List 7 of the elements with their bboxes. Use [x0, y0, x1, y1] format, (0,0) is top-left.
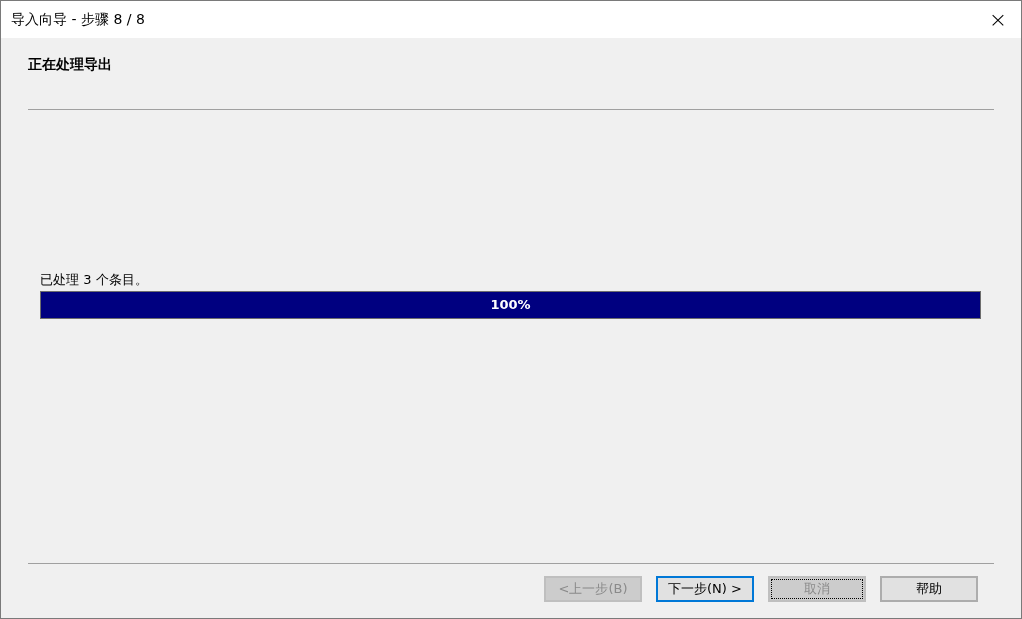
close-button[interactable]: × — [975, 1, 1021, 38]
dialog-button[interactable]: 下一步(N) > — [656, 576, 754, 602]
page-heading: 正在处理导出 — [28, 56, 112, 72]
progress-percent: 100% — [490, 296, 531, 315]
progress-label: 已处理 3 个条目。 — [40, 270, 149, 289]
window-title: 导入向导 - 步骤 8 / 8 — [11, 10, 145, 29]
dialog-button[interactable]: 帮助 — [880, 576, 978, 602]
